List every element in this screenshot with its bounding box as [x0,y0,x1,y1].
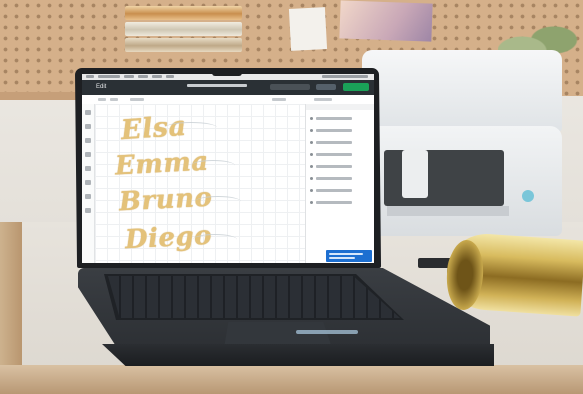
visibility-icon[interactable] [310,189,313,192]
tab-layers[interactable] [272,98,286,101]
machine-select[interactable] [316,84,336,90]
upload-icon[interactable] [85,194,91,199]
make-it-button[interactable] [343,83,369,91]
laptop-screen: Edit Elsa Emma Bruno Diego [82,74,374,263]
layer-label [316,141,352,144]
layer-row[interactable] [310,164,372,169]
text-icon[interactable] [85,166,91,171]
layers-panel [305,104,374,263]
menu-item-help[interactable] [166,75,174,78]
undo-icon[interactable] [98,98,106,101]
table-side [0,222,22,367]
layer-label [316,153,352,156]
machine-power-button [522,190,534,202]
visibility-icon[interactable] [310,165,313,168]
operation-select[interactable] [130,98,144,101]
visibility-icon[interactable] [310,141,313,144]
vinyl-roll-tan [125,38,242,52]
laptop-screen-chin [82,263,374,267]
visibility-icon[interactable] [310,177,313,180]
name-flourish [195,196,241,207]
layer-label [316,201,352,204]
layer-label [316,129,352,132]
vinyl-roll-copper [125,6,242,20]
layer-label [316,165,352,168]
project-button[interactable] [270,84,310,90]
table-edge [0,365,583,394]
vinyl-roll-cream [125,22,242,36]
machine-lid [362,50,562,132]
projects-icon[interactable] [85,138,91,143]
name-flourish [193,234,237,245]
visibility-icon[interactable] [310,201,313,204]
layer-label [316,177,352,180]
shapes-icon[interactable] [85,180,91,185]
menu-item-view[interactable] [138,75,148,78]
layer-row[interactable] [310,200,372,205]
menu-item-app[interactable] [98,75,120,78]
promo-line [329,257,355,259]
layer-row[interactable] [310,176,372,181]
laptop-front-lip [102,344,494,366]
promo-line [329,253,363,255]
redo-icon[interactable] [110,98,118,101]
visibility-icon[interactable] [310,129,313,132]
promo-banner[interactable] [326,250,372,262]
layer-row[interactable] [310,128,372,133]
apple-icon[interactable] [86,75,94,78]
document-title [187,84,247,87]
laptop-notch [212,70,242,76]
visibility-icon[interactable] [310,153,313,156]
tab-color-sync[interactable] [314,98,332,101]
layer-label [316,117,352,120]
name-flourish [165,122,217,133]
pinned-artwork [339,0,433,42]
left-tool-panel [82,104,95,263]
layer-label [316,189,352,192]
status-icons [322,75,368,78]
layers-panel-tabs [306,104,374,110]
layer-row[interactable] [310,152,372,157]
menu-item-edit[interactable] [124,75,134,78]
keyboard-keys [108,276,400,318]
templates-icon[interactable] [85,124,91,129]
cutting-machine [362,50,567,236]
design-canvas[interactable]: Elsa Emma Bruno Diego [95,104,305,263]
machine-mat-plate [387,206,509,216]
app-header: Edit [82,80,374,95]
pinned-card [288,7,328,51]
app-mode-label: Edit [96,84,107,90]
layer-row[interactable] [310,140,372,145]
laptop-reflection [296,330,358,334]
machine-carriage [402,150,428,198]
layer-row[interactable] [310,188,372,193]
new-icon[interactable] [85,110,91,115]
menu-item-window[interactable] [152,75,162,78]
layer-row[interactable] [310,116,372,121]
photo-scene: Edit Elsa Emma Bruno Diego [0,0,583,394]
visibility-icon[interactable] [310,117,313,120]
images-icon[interactable] [85,152,91,157]
monogram-icon[interactable] [85,208,91,213]
name-flourish [191,160,235,171]
